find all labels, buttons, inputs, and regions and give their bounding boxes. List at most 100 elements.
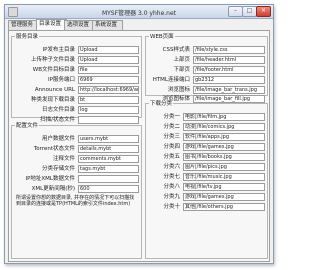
input-category-7[interactable]: 音乐|/file/music.jpg	[183, 173, 265, 181]
tab-system-settings[interactable]: 系统设置	[92, 20, 123, 30]
label-category-3: 分类三	[163, 134, 180, 140]
row-category-8: 分类八 电视|/file/tv.jpg	[146, 183, 267, 191]
label-category-6: 分类六	[163, 164, 180, 170]
input-html-charset[interactable]: gb2312	[193, 76, 265, 84]
input-wb-target-dir[interactable]: file	[78, 66, 139, 74]
row-category-2: 分类二 动漫|/file/comics.jpg	[146, 123, 267, 131]
label-ip-xml-file: IP地址XML数据文件	[25, 176, 75, 182]
row-category-5: 分类五 图书|/file/books.jpg	[146, 153, 267, 161]
label-category-5: 分类五	[163, 154, 180, 160]
row-log-dir: 日志文件目录 log	[12, 106, 141, 114]
data-files-note: 所谓设置你想的数据目录, 并存在的情况下可以扫描找到目录的连接或是TP(HTML…	[16, 195, 135, 208]
row-ip-publish-dir: IP发布主目录 Upload	[12, 46, 141, 54]
label-tags-file: 分类存储文件	[41, 166, 75, 172]
row-download-dir: 种类发现下载目录 bt	[12, 96, 141, 104]
tab-directory-settings[interactable]: 目录设置	[36, 19, 67, 30]
row-category-1: 分类一 电影|/file/film.jpg	[146, 113, 267, 121]
input-category-1[interactable]: 电影|/file/film.jpg	[183, 113, 265, 121]
label-css: CSS样式表	[162, 47, 190, 53]
row-users-file: 用户数据文件 users.mybt	[12, 135, 141, 143]
label-ip-service-port: IP服务端口	[48, 77, 75, 83]
input-ip-service-port[interactable]: 6969	[78, 76, 139, 84]
categories-legend: 下载分类	[150, 101, 173, 107]
label-log-dir: 日志文件目录	[41, 107, 75, 113]
input-upload-seed-dir[interactable]: Upload	[78, 56, 139, 64]
row-wb-target-dir: WB文件目标目录 file	[12, 66, 141, 74]
input-category-8[interactable]: 电视|/file/tv.jpg	[183, 183, 265, 191]
input-category-9[interactable]: 游戏|/file/games.jpg	[183, 193, 265, 201]
row-html-charset: HTML连接端口 gb2312	[146, 76, 267, 84]
input-footer-page[interactable]: /file/footer.html	[193, 66, 265, 74]
row-category-4: 分类四 游戏|/file/games.jpg	[146, 143, 267, 151]
title-bar[interactable]: MYSF管理器 3.0 yhhe.net – □ ×	[5, 5, 273, 19]
label-upload-seed-dir: 上传种子文件目录	[30, 57, 75, 63]
label-xml-interval: XML更新间隔(秒)	[31, 186, 75, 192]
input-category-6[interactable]: 图片|/file/pics.jpg	[183, 163, 265, 171]
input-browse-icon[interactable]: /file/image_bar_trans.jpg	[193, 86, 265, 94]
input-announce-url[interactable]: http://localhost:6969/announce	[78, 86, 139, 94]
input-category-4[interactable]: 游戏|/file/games.jpg	[183, 143, 265, 151]
input-category-3[interactable]: 软件|/file/apps.jpg	[183, 133, 265, 141]
input-category-5[interactable]: 图书|/file/books.jpg	[183, 153, 265, 161]
row-tags-file: 分类存储文件 tags.mybt	[12, 165, 141, 173]
row-footer-page: 下部页 /file/footer.html	[146, 66, 267, 74]
label-browse-icon: 浏览图标	[167, 87, 190, 93]
row-category-9: 分类九 游戏|/file/games.jpg	[146, 193, 267, 201]
directory-settings-pane: 服务目录 IP发布主目录 Upload 上传种子文件目录 Upload WB文件…	[8, 30, 270, 262]
row-category-7: 分类七 音乐|/file/music.jpg	[146, 173, 267, 181]
label-html-charset: HTML连接端口	[152, 77, 190, 83]
label-ip-publish-dir: IP发布主目录	[42, 47, 75, 53]
input-css[interactable]: /file/style.css	[193, 46, 265, 54]
row-category-3: 分类三 软件|/file/apps.jpg	[146, 133, 267, 141]
label-users-file: 用户数据文件	[41, 136, 75, 142]
input-tags-file[interactable]: tags.mybt	[78, 165, 139, 173]
row-category-10: 分类十 其他|/file/others.jpg	[146, 203, 267, 211]
input-comments-file[interactable]: comments.mybt	[78, 155, 139, 163]
label-announce-url: Announce URL	[34, 87, 75, 93]
label-download-dir: 种类发现下载目录	[30, 97, 75, 103]
row-upload-seed-dir: 上传种子文件目录 Upload	[12, 56, 141, 64]
label-category-2: 分类二	[163, 124, 180, 130]
label-category-4: 分类四	[163, 144, 180, 150]
row-xml-interval: XML更新间隔(秒) 600	[12, 185, 141, 193]
label-category-10: 分类十	[163, 204, 180, 210]
input-log-dir[interactable]: log	[78, 106, 139, 114]
data-files-group: 配置文件 用户数据文件 users.mybt Torrent状态文件 detai…	[11, 121, 142, 259]
label-header-page: 上部页	[173, 57, 190, 63]
row-ip-service-port: IP服务端口 6969	[12, 76, 141, 84]
data-files-legend: 配置文件	[16, 123, 39, 129]
minimize-button[interactable]: –	[228, 6, 243, 17]
input-xml-interval[interactable]: 600	[78, 185, 139, 193]
label-category-7: 分类七	[163, 174, 180, 180]
label-category-8: 分类八	[163, 184, 180, 190]
server-directory-group: 服务目录 IP发布主目录 Upload 上传种子文件目录 Upload WB文件…	[11, 32, 142, 124]
label-category-9: 分类九	[163, 194, 180, 200]
label-wb-target-dir: WB文件目标目录	[32, 67, 75, 73]
input-users-file[interactable]: users.mybt	[78, 135, 139, 143]
input-category-2[interactable]: 动漫|/file/comics.jpg	[183, 123, 265, 131]
row-announce-url: Announce URL http://localhost:6969/annou…	[12, 86, 141, 94]
input-category-10[interactable]: 其他|/file/others.jpg	[183, 203, 265, 211]
tab-manage-service[interactable]: 管理服务	[8, 20, 39, 30]
tab-option-settings[interactable]: 选项设置	[64, 20, 95, 30]
label-comments-file: 注释文件	[52, 156, 75, 162]
row-browse-icon: 浏览图标 /file/image_bar_trans.jpg	[146, 86, 267, 94]
input-ip-xml-file[interactable]	[78, 175, 139, 183]
categories-group: 下载分类 分类一 电影|/file/film.jpg 分类二 动漫|/file/…	[145, 99, 268, 259]
label-category-1: 分类一	[163, 114, 180, 120]
row-category-6: 分类六 图片|/file/pics.jpg	[146, 163, 267, 171]
server-directory-legend: 服务目录	[16, 34, 39, 40]
row-comments-file: 注释文件 comments.mybt	[12, 155, 141, 163]
input-header-page[interactable]: /file/header.html	[193, 56, 265, 64]
main-window: MYSF管理器 3.0 yhhe.net – □ × 管理服务 目录设置 选项设…	[4, 4, 274, 264]
input-torrent-status-file[interactable]: details.mybt	[78, 145, 139, 153]
row-ip-xml-file: IP地址XML数据文件	[12, 175, 141, 183]
close-button[interactable]: ×	[256, 6, 271, 17]
row-torrent-status-file: Torrent状态文件 details.mybt	[12, 145, 141, 153]
row-header-page: 上部页 /file/header.html	[146, 56, 267, 64]
label-torrent-status-file: Torrent状态文件	[33, 146, 75, 152]
maximize-button[interactable]: □	[242, 6, 257, 17]
web-page-group: WEB页面 CSS样式表 /file/style.css 上部页 /file/h…	[145, 32, 268, 103]
input-download-dir[interactable]: bt	[78, 96, 139, 104]
input-ip-publish-dir[interactable]: Upload	[78, 46, 139, 54]
